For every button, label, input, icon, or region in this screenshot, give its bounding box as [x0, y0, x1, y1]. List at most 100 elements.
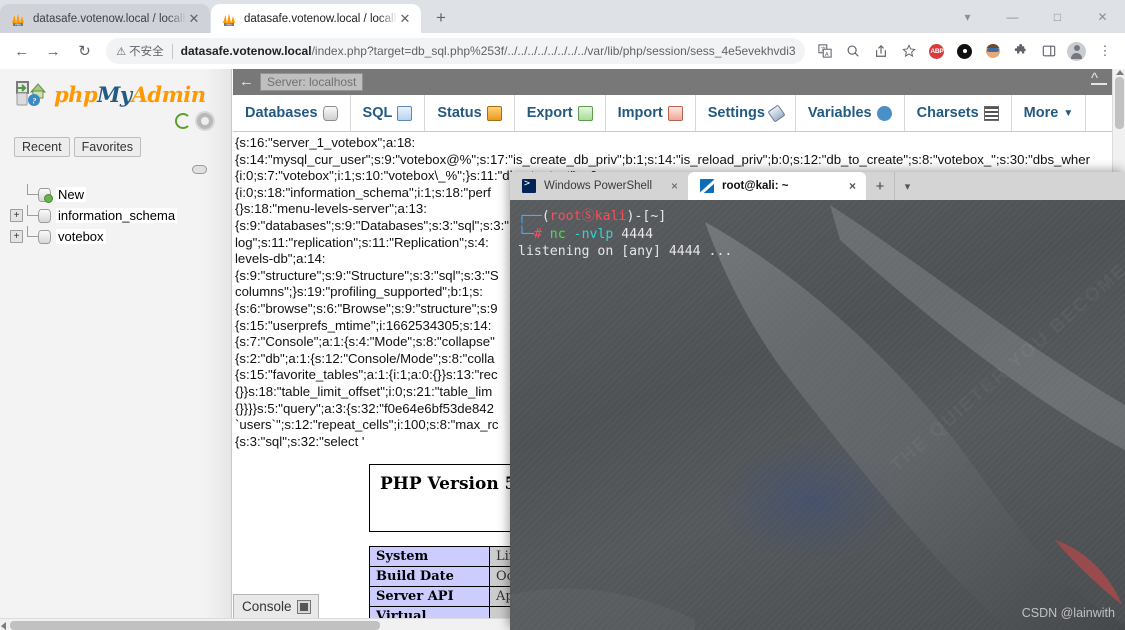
- close-window-icon[interactable]: ✕: [1080, 0, 1125, 33]
- console-icon: [297, 600, 310, 613]
- import-icon: [667, 105, 683, 121]
- browser-tab-2-close-icon[interactable]: ✕: [397, 11, 413, 27]
- reload-icon[interactable]: [175, 113, 191, 129]
- terminal-new-tab-button[interactable]: +: [866, 172, 894, 200]
- browser-tab-1[interactable]: PMA datasafe.votenow.local / localh ✕: [0, 4, 210, 33]
- adblock-plus-extension-icon[interactable]: ABP: [924, 38, 950, 64]
- phpmyadmin-icon: PMA: [221, 11, 237, 27]
- session-line: {s:16:"server_1_votebox";a:18:: [235, 135, 416, 150]
- phpmyadmin-logo[interactable]: ? php My Admin: [0, 69, 231, 111]
- phpmyadmin-icon: PMA: [10, 11, 26, 27]
- logo-admin-text: Admin: [131, 81, 206, 107]
- tree-item-new[interactable]: New: [8, 184, 231, 205]
- bookmark-star-icon[interactable]: [896, 38, 922, 64]
- browser-tab-1-close-icon[interactable]: ✕: [186, 11, 202, 27]
- security-status[interactable]: ⚠ 不安全: [116, 43, 163, 59]
- navigation-quick-buttons: Recent Favorites: [0, 129, 231, 161]
- tree-branch-line: [25, 205, 38, 222]
- collapse-icon[interactable]: ^: [1091, 71, 1107, 86]
- back-button[interactable]: ←: [9, 37, 34, 65]
- terminal-command-name: nc: [549, 226, 566, 242]
- kali-linux-icon: [700, 179, 714, 193]
- phpinfo-key: Virtual: [369, 606, 490, 618]
- tab-more[interactable]: More ▼: [1012, 95, 1087, 131]
- console-label: Console: [242, 599, 292, 614]
- variables-icon: [876, 105, 892, 121]
- prompt-sigil: #: [533, 226, 542, 242]
- address-bar[interactable]: ⚠ 不安全 datasafe.votenow.local/index.php?t…: [106, 38, 805, 64]
- chevron-down-icon: ▼: [1063, 107, 1074, 119]
- chevron-down-icon[interactable]: ▾: [894, 172, 920, 200]
- phpinfo-key: Build Date: [369, 566, 490, 588]
- avatar: [1067, 41, 1087, 61]
- tree-branch-line: [25, 184, 38, 201]
- terminal-tab-powershell-close-icon[interactable]: ×: [671, 179, 678, 193]
- ring-shape: [957, 43, 973, 59]
- pin-icon[interactable]: [192, 165, 207, 174]
- tab-charsets[interactable]: Charsets: [905, 95, 1012, 131]
- profile-avatar-icon[interactable]: [1064, 38, 1090, 64]
- prompt-at-icon: Ⓢ: [581, 209, 595, 224]
- new-tab-button[interactable]: +: [427, 4, 455, 32]
- share-icon[interactable]: [868, 38, 894, 64]
- windows-terminal-window: Windows PowerShell × root@kali: ~ × + ▾: [510, 172, 1125, 630]
- terminal-tab-kali-close-icon[interactable]: ×: [849, 179, 856, 193]
- logo-my-text: My: [97, 81, 132, 107]
- phpmyadmin-tab-bar: Databases SQL Status Export Import Setti…: [233, 95, 1112, 132]
- recent-button[interactable]: Recent: [14, 137, 70, 157]
- extension-face-icon[interactable]: [980, 38, 1006, 64]
- forward-button[interactable]: →: [40, 37, 65, 65]
- tab-sql[interactable]: SQL: [351, 95, 426, 131]
- chrome-menu-icon[interactable]: ⋮: [1092, 38, 1118, 64]
- maximize-icon[interactable]: □: [1035, 0, 1080, 33]
- tab-import-label: Import: [617, 105, 663, 121]
- phpmyadmin-console-bar[interactable]: Console: [233, 594, 319, 618]
- tab-export[interactable]: Export: [515, 95, 606, 131]
- scroll-up-arrow-icon[interactable]: [1116, 70, 1124, 75]
- tab-search-chevron-icon[interactable]: ▾: [945, 0, 990, 33]
- status-chart-icon: [486, 105, 502, 121]
- tab-settings[interactable]: Settings: [696, 95, 796, 131]
- reload-button[interactable]: ↻: [72, 37, 97, 65]
- terminal-tab-powershell[interactable]: Windows PowerShell ×: [510, 172, 688, 200]
- sidepanel-icon[interactable]: [1036, 38, 1062, 64]
- zoom-icon[interactable]: [840, 38, 866, 64]
- terminal-command-arg: 4444: [621, 226, 654, 242]
- prompt-corner-bottom: └─: [518, 226, 534, 242]
- browser-tab-2[interactable]: PMA datasafe.votenow.local / localh ✕: [211, 4, 421, 33]
- prompt-host: kali: [594, 209, 627, 224]
- tab-import[interactable]: Import: [606, 95, 696, 131]
- tab-status-label: Status: [437, 105, 482, 121]
- favorites-button[interactable]: Favorites: [73, 137, 142, 157]
- tree-item-votebox[interactable]: + votebox: [8, 226, 231, 247]
- tab-variables[interactable]: Variables: [796, 95, 905, 131]
- warning-triangle-icon: ⚠: [116, 45, 127, 58]
- browser-tab-1-title: datasafe.votenow.local / localh: [33, 12, 186, 25]
- navigation-tools: [0, 111, 231, 129]
- tab-databases[interactable]: Databases: [233, 95, 351, 131]
- terminal-tab-kali[interactable]: root@kali: ~ ×: [688, 172, 866, 200]
- terminal-tab-strip: Windows PowerShell × root@kali: ~ × + ▾: [510, 172, 1125, 200]
- tab-settings-label: Settings: [707, 105, 765, 121]
- extension-ring-icon[interactable]: [952, 38, 978, 64]
- expand-icon[interactable]: +: [10, 230, 23, 243]
- tab-status[interactable]: Status: [425, 95, 515, 131]
- database-icon: [322, 105, 338, 121]
- prompt-path: [~]: [642, 209, 667, 224]
- phpmyadmin-navigation-panel: ? php My Admin Recent Favorites New + in…: [0, 69, 232, 618]
- horizontal-scroll-thumb[interactable]: [10, 621, 380, 630]
- terminal-body[interactable]: THE QUIETER YOU BECOME ┌──(rootⓈkali)-[~…: [510, 200, 1125, 630]
- back-arrow-icon[interactable]: ←: [237, 73, 260, 92]
- extensions-puzzle-icon[interactable]: [1008, 38, 1034, 64]
- tree-item-information-schema[interactable]: + information_schema: [8, 205, 231, 226]
- expand-icon[interactable]: +: [10, 209, 23, 222]
- navigation-pin-row: [0, 161, 231, 174]
- gear-icon[interactable]: [197, 113, 213, 129]
- tab-charsets-label: Charsets: [916, 105, 979, 121]
- database-icon: [38, 208, 51, 223]
- scroll-left-arrow-icon[interactable]: [1, 622, 6, 630]
- minimize-icon[interactable]: —: [990, 0, 1035, 33]
- kali-dragon-wallpaper: [510, 205, 1125, 630]
- translate-icon[interactable]: 文A: [812, 38, 838, 64]
- vertical-scroll-thumb[interactable]: [1115, 77, 1124, 129]
